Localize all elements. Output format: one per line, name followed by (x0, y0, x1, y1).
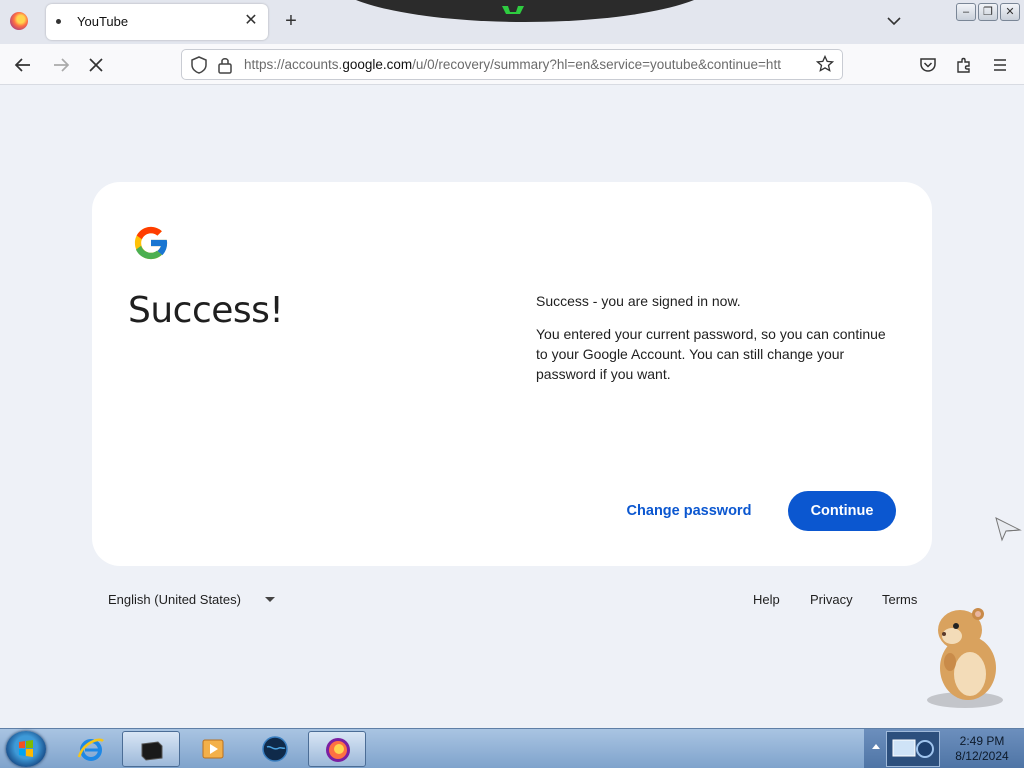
screen-capture-icon (892, 739, 934, 758)
tray-app-icon[interactable] (886, 731, 940, 767)
navigation-toolbar: https://accounts.google.com/u/0/recovery… (0, 44, 1024, 85)
clock-time: 2:49 PM (959, 734, 1005, 748)
language-selector[interactable]: English (United States) (108, 592, 241, 607)
extensions-icon[interactable] (953, 54, 975, 76)
taskbar-media-player[interactable] (184, 731, 242, 767)
show-hidden-icons-button[interactable] (872, 744, 880, 749)
close-window-button[interactable]: ✕ (1000, 3, 1020, 21)
lock-icon[interactable] (217, 56, 233, 74)
windows-taskbar: 2:49 PM 8/12/2024 (0, 728, 1024, 768)
success-description: You entered your current password, so yo… (536, 326, 886, 382)
url-prefix: https://accounts. (244, 57, 343, 72)
green-indicator-icon (502, 6, 524, 14)
system-tray: 2:49 PM 8/12/2024 (864, 729, 1024, 768)
restore-button[interactable]: ❐ (978, 3, 998, 21)
firefox-icon (326, 738, 350, 762)
terms-link[interactable]: Terms (882, 592, 917, 607)
url-text: https://accounts.google.com/u/0/recovery… (244, 57, 810, 72)
forward-arrow-icon[interactable] (50, 54, 72, 76)
minimize-button[interactable]: – (956, 3, 976, 21)
help-link[interactable]: Help (753, 592, 780, 607)
caret-down-icon[interactable] (265, 597, 275, 602)
start-button[interactable] (6, 731, 46, 767)
firefox-icon[interactable] (10, 12, 28, 30)
success-message: Success - you are signed in now. (536, 293, 741, 309)
signin-success-card: Success! Success - you are signed in now… (92, 182, 932, 566)
taskbar-firefox[interactable] (308, 731, 366, 767)
change-password-button[interactable]: Change password (616, 491, 762, 531)
windows-logo-icon (19, 740, 33, 757)
tab-strip: YouTube ✕ + – ❐ ✕ (0, 0, 1024, 44)
menu-icon[interactable] (989, 54, 1011, 76)
stop-loading-icon[interactable] (85, 54, 107, 76)
new-tab-button[interactable]: + (280, 10, 302, 32)
bookmark-star-icon[interactable] (816, 55, 834, 73)
page-title: Success! (128, 290, 284, 331)
url-path: /u/0/recovery/summary?hl=en&service=yout… (412, 57, 781, 72)
continue-button[interactable]: Continue (788, 491, 896, 531)
close-tab-button[interactable]: ✕ (242, 12, 260, 30)
back-arrow-icon[interactable] (12, 54, 34, 76)
hamster-mascot-icon (927, 608, 1003, 708)
media-player-icon (202, 739, 224, 759)
internet-explorer-icon (77, 738, 104, 761)
tab-loading-icon (56, 19, 61, 24)
clock-date: 8/12/2024 (955, 749, 1009, 763)
pocket-icon[interactable] (917, 54, 939, 76)
tab-title: YouTube (77, 14, 129, 29)
taskbar-terminal[interactable] (122, 731, 180, 767)
taskbar-internet-explorer[interactable] (62, 731, 120, 767)
chevron-down-icon[interactable] (885, 12, 903, 30)
tab-youtube[interactable]: YouTube ✕ (46, 4, 268, 40)
url-domain: google.com (342, 57, 413, 72)
google-logo-icon (134, 226, 169, 260)
system-clock[interactable]: 2:49 PM 8/12/2024 (944, 734, 1020, 764)
privacy-link[interactable]: Privacy (810, 592, 853, 607)
window-controls: – ❐ ✕ (956, 3, 1020, 21)
address-bar[interactable]: https://accounts.google.com/u/0/recovery… (181, 49, 843, 80)
globe-icon (262, 736, 288, 762)
tracking-protection-icon[interactable] (190, 56, 208, 74)
taskbar-globe-app[interactable] (246, 731, 304, 767)
terminal-icon (141, 741, 163, 761)
paper-plane-cursor-icon (995, 517, 1022, 542)
